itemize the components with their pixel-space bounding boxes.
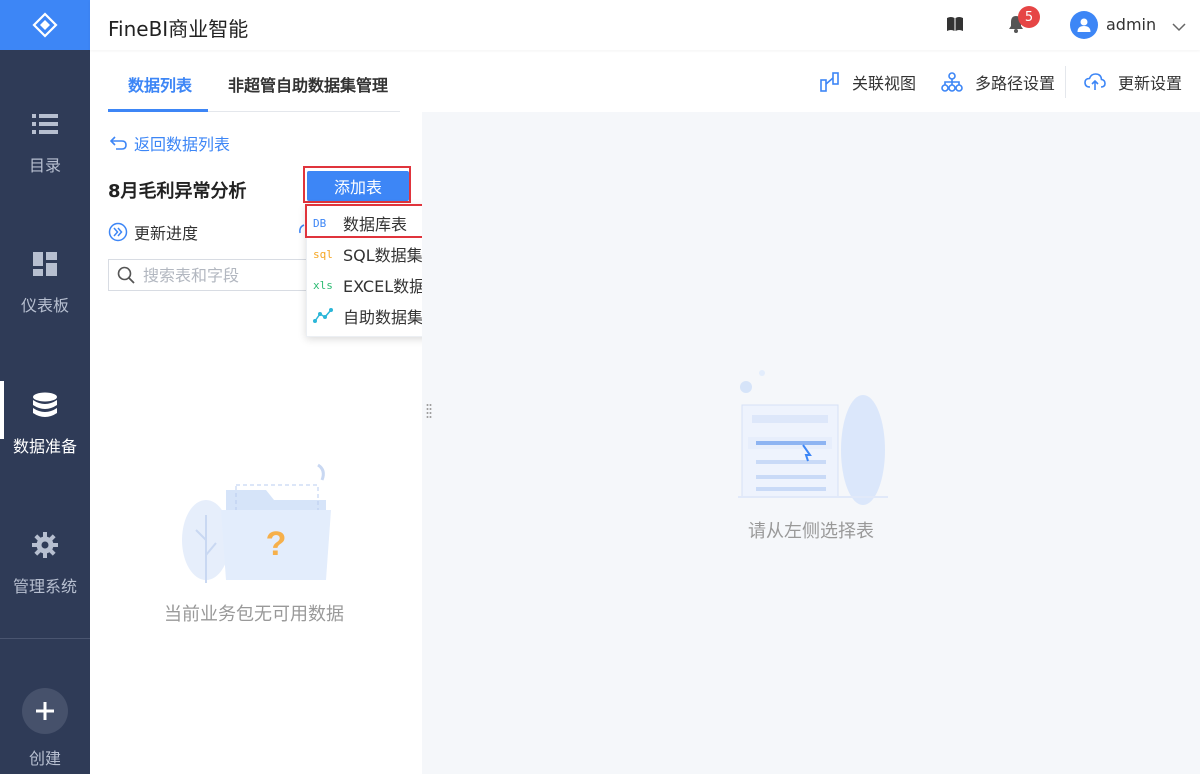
sidebar-item-label: 目录	[28, 156, 61, 175]
list-icon	[32, 110, 58, 138]
menu-item-label: 自助数据集	[343, 308, 424, 327]
sidebar-item-admin[interactable]: 管理系统	[0, 531, 90, 631]
book-icon[interactable]	[946, 16, 964, 36]
back-link-label: 返回数据列表	[134, 135, 231, 154]
sidebar: 目录 仪表板 数据准备 管理系统 创建	[0, 0, 90, 774]
package-title: 8月毛利异常分析	[108, 181, 247, 202]
update-progress-label: 更新进度	[134, 224, 199, 243]
relation-view-label: 关联视图	[852, 74, 917, 93]
sql-icon: sql	[313, 247, 333, 261]
sidebar-item-label: 数据准备	[12, 437, 77, 456]
xls-icon: xls	[313, 278, 333, 292]
cloud-upload-icon	[1084, 73, 1106, 90]
user-icon	[1077, 18, 1091, 32]
return-arrow-icon	[110, 136, 127, 150]
sidebar-item-label: 仪表板	[20, 296, 69, 315]
database-icon	[32, 391, 58, 419]
active-indicator	[0, 381, 4, 439]
empty-state-text: 当前业务包无可用数据	[164, 604, 344, 625]
multipath-settings-button[interactable]: 多路径设置	[941, 70, 1055, 94]
avatar[interactable]	[1070, 11, 1098, 39]
sidebar-item-dashboard[interactable]: 仪表板	[0, 250, 90, 350]
user-name[interactable]: admin	[1106, 15, 1156, 34]
menu-item-label: 数据库表	[343, 215, 408, 234]
select-table-illustration	[728, 365, 898, 509]
multipath-settings-label: 多路径设置	[975, 74, 1056, 93]
tab-self-service-dataset-mgmt[interactable]: 非超管自助数据集管理	[228, 72, 388, 96]
back-to-data-list-link[interactable]: 返回数据列表	[110, 131, 230, 155]
create-label: 创建	[28, 749, 61, 768]
line-chart-icon	[313, 307, 335, 326]
create-button[interactable]	[22, 688, 68, 734]
add-table-button[interactable]: 添加表	[307, 171, 409, 201]
right-empty-state-text: 请从左侧选择表	[748, 521, 874, 542]
divider	[0, 638, 90, 639]
toolbar-divider	[1065, 66, 1066, 98]
settings-icon[interactable]	[298, 222, 306, 241]
search-box	[108, 259, 308, 291]
fast-forward-icon	[108, 222, 128, 242]
app-title: FineBI商业智能	[108, 17, 249, 41]
search-input[interactable]	[143, 265, 293, 285]
relation-icon	[820, 72, 839, 92]
update-settings-button[interactable]: 更新设置	[1084, 70, 1182, 94]
drag-handle-icon[interactable]	[426, 403, 432, 423]
menu-item-label: SQL数据集	[343, 246, 423, 265]
search-icon	[117, 266, 135, 284]
tab-data-list[interactable]: 数据列表	[128, 72, 192, 96]
sidebar-item-label: 管理系统	[12, 577, 77, 596]
plus-icon	[36, 702, 54, 720]
empty-folder-illustration: ?	[176, 455, 336, 589]
chevron-down-icon[interactable]	[1172, 17, 1186, 36]
gear-icon	[32, 531, 58, 559]
logo-icon[interactable]	[0, 0, 90, 50]
db-icon: DB	[313, 216, 327, 230]
notification-badge: 5	[1018, 6, 1040, 28]
svg-text:?: ?	[266, 525, 287, 563]
hierarchy-icon	[941, 72, 963, 92]
dashboard-icon	[33, 250, 57, 278]
update-progress-button[interactable]: 更新进度	[108, 220, 198, 244]
update-settings-label: 更新设置	[1118, 74, 1183, 93]
sidebar-item-data-prep[interactable]: 数据准备	[0, 381, 90, 491]
relation-view-button[interactable]: 关联视图	[820, 70, 916, 94]
tab-active-indicator	[108, 109, 208, 112]
top-header: FineBI商业智能 5 admin	[90, 0, 1200, 50]
sidebar-item-catalog[interactable]: 目录	[0, 110, 90, 210]
